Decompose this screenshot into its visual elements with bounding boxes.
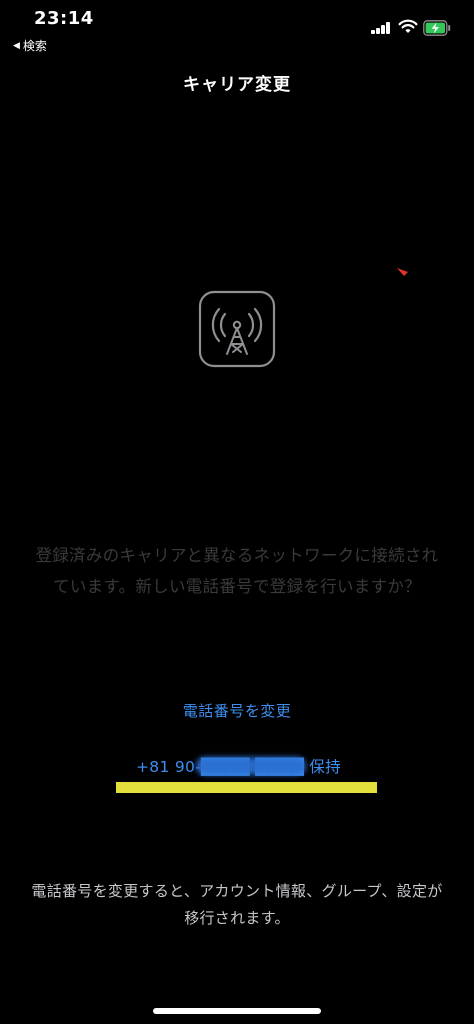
antenna-tower-icon [198, 290, 276, 368]
footer-line-2: 移行されます。 [184, 909, 290, 927]
back-to-search-link[interactable]: ◀ 検索 [13, 37, 47, 54]
change-phone-number-button[interactable]: 電話番号を変更 [0, 700, 474, 721]
message-line-2: ています。新しい電話番号で登録を行いますか？ [53, 577, 421, 596]
highlight-marker [116, 782, 377, 793]
cellular-signal-icon [371, 22, 391, 34]
home-indicator[interactable] [153, 1008, 321, 1014]
status-time: 23:14 [34, 8, 94, 29]
migration-note: 電話番号を変更すると、アカウント情報、グループ、設定が 移行されます。 [0, 878, 474, 932]
page-title: キャリア変更 [183, 75, 291, 95]
battery-charging-icon [423, 20, 451, 36]
footer-line-1: 電話番号を変更すると、アカウント情報、グループ、設定が [31, 882, 443, 900]
wifi-icon [398, 19, 418, 34]
redaction-blur [196, 757, 306, 775]
message-line-1: 登録済みのキャリアと異なるネットワークに接続され [35, 546, 439, 565]
back-triangle-icon: ◀ [13, 40, 20, 51]
status-bar: 23:14 ◀ 検索 [0, 0, 474, 53]
red-mark-icon [396, 262, 410, 276]
back-link-label: 検索 [22, 39, 47, 53]
carrier-change-message: 登録済みのキャリアと異なるネットワークに接続され ています。新しい電話番号で登録… [10, 540, 464, 602]
